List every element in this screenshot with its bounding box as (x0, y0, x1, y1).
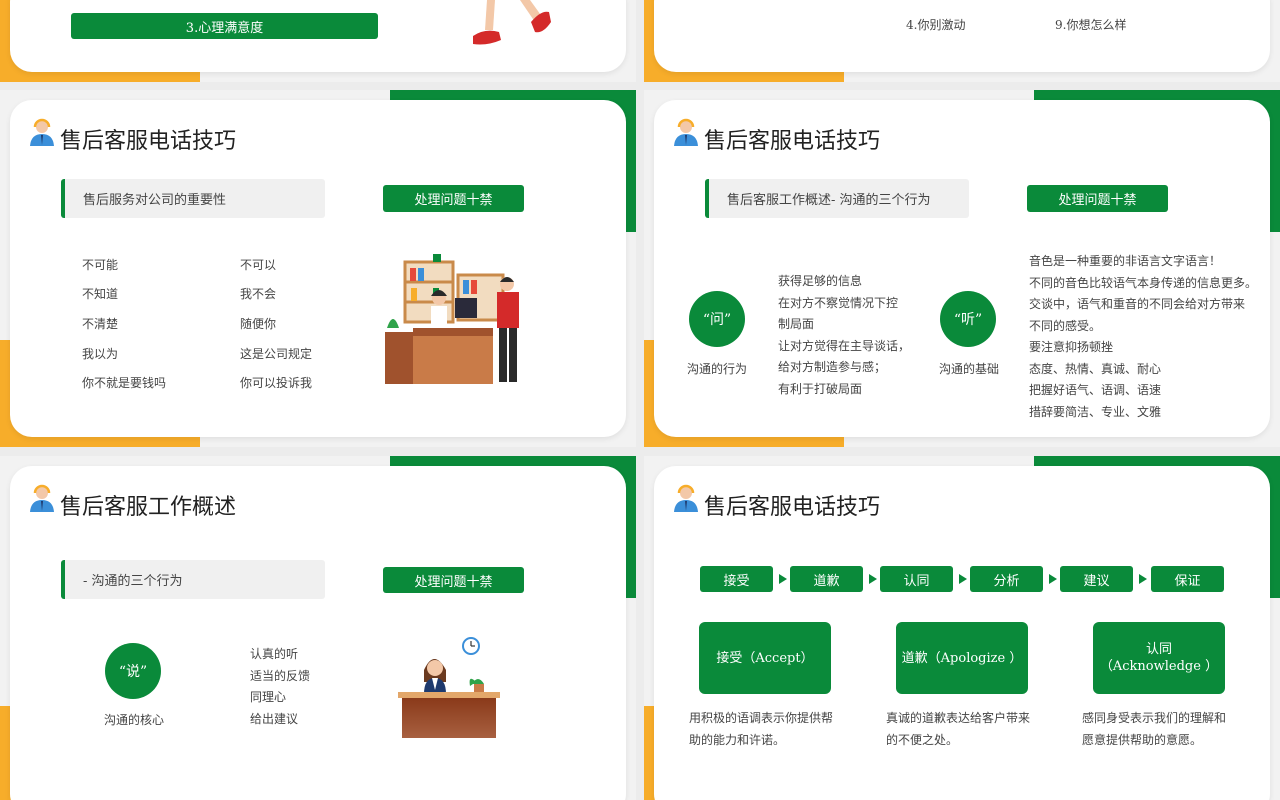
list-item: 你可以投诉我 (240, 376, 313, 390)
arrow-right-icon (959, 574, 967, 584)
text-line: 有利于打破局面 (778, 381, 863, 396)
slide-top-right[interactable]: 4.你别激动 9.你想怎么样 (644, 0, 1280, 82)
ask-caption: 沟通的行为 (687, 362, 748, 376)
text-line: 用积极的语调表示你提供帮 (689, 711, 834, 725)
list-item: 适当的反馈 (250, 668, 311, 683)
step-apologize[interactable]: 道歉 (790, 566, 863, 592)
list-item: 我不会 (240, 287, 277, 301)
listen-caption: 沟通的基础 (939, 362, 1000, 376)
taboo-item-9: 9.你想怎么样 (1055, 18, 1127, 32)
taboo-item-4: 4.你别激动 (906, 18, 966, 32)
list-item: 不可以 (240, 258, 277, 272)
section-header: 售后客服工作概述- 沟通的三个行为 (705, 179, 969, 218)
person-legs-illustration (473, 0, 551, 45)
customer-service-icon (674, 118, 698, 146)
satisfaction-button[interactable]: 3.心理满意度 (71, 13, 378, 39)
list-item: 这是公司规定 (240, 347, 313, 361)
text-line: 给对方制造参与感； (778, 360, 887, 374)
text-line: 感同身受表示我们的理解和 (1082, 711, 1227, 725)
slide-top-left[interactable]: 3.心理满意度 (0, 0, 636, 82)
taboo-button[interactable]: 处理问题十禁 (383, 567, 524, 593)
receptionist-illustration (398, 637, 500, 738)
text-line: 把握好语气、语调、语速 (1029, 383, 1162, 397)
slide-mid-left[interactable]: 售后客服电话技巧 售后服务对公司的重要性 处理问题十禁 不可能 不知道 不清楚 … (0, 90, 636, 447)
speak-circle: “说” (105, 643, 161, 699)
list-item: 不知道 (82, 287, 119, 301)
list-item: 随便你 (240, 317, 277, 331)
step-analyze[interactable]: 分析 (970, 566, 1043, 592)
list-item: 认真的听 (250, 647, 299, 661)
ask-circle: “问” (689, 291, 745, 347)
slide-bot-left[interactable]: 售后客服工作概述 - 沟通的三个行为 处理问题十禁 “说” 沟通的核心 认真的听… (0, 456, 636, 800)
arrow-right-icon (779, 574, 787, 584)
listen-circle: “听” (940, 291, 996, 347)
step-accept[interactable]: 接受 (700, 566, 773, 592)
step-suggest[interactable]: 建议 (1060, 566, 1133, 592)
list-item: 你不就是要钱吗 (82, 376, 167, 390)
text-line: 不同的感受。 (1029, 318, 1102, 333)
arrow-right-icon (1049, 574, 1057, 584)
listen-description: 音色是一种重要的非语言文字语言！ 不同的音色比较语气本身传递的信息更多。 交谈中… (1029, 251, 1257, 423)
text-line: 助的能力和许诺。 (689, 732, 786, 747)
text-line: 获得足够的信息 (778, 274, 863, 288)
acknowledge-description: 感同身受表示我们的理解和 愿意提供帮助的意愿。 (1082, 708, 1226, 751)
apologize-box: 道歉（Apologize ） (896, 622, 1028, 694)
accept-box: 接受（Accept） (699, 622, 831, 694)
list-item: 不可能 (82, 258, 119, 272)
text-line: 措辞要简洁、专业、文雅 (1029, 404, 1162, 419)
apologize-description: 真诚的道歉表达给客户带来 的不便之处。 (886, 708, 1030, 751)
office-illustration (385, 254, 519, 384)
text-line: 在对方不察觉情况下控 (778, 295, 899, 310)
slide-title: 售后客服电话技巧 (60, 129, 237, 154)
step-acknowledge[interactable]: 认同 (880, 566, 953, 592)
text-line: 不同的音色比较语气本身传递的信息更多。 (1029, 275, 1258, 290)
speak-items: 认真的听 适当的反馈 同理心 给出建议 (250, 644, 310, 730)
text-line: 让对方觉得在主导谈话， (778, 338, 911, 353)
text-line: 交谈中，语气和重音的不同会给对方带来 (1029, 297, 1246, 311)
slide-title: 售后客服工作概述 (60, 495, 237, 520)
step-guarantee[interactable]: 保证 (1151, 566, 1224, 592)
text-line: 愿意提供帮助的意愿。 (1082, 732, 1203, 747)
slide-bot-right[interactable]: 售后客服电话技巧 接受 道歉 认同 分析 建议 保证 接受（Accept） 道歉… (644, 456, 1280, 800)
text-line: 态度、热情、真诚、耐心 (1029, 361, 1162, 376)
slide-card (654, 0, 1270, 72)
customer-service-icon (30, 118, 54, 146)
customer-service-icon (30, 484, 54, 512)
ask-description: 获得足够的信息 在对方不察觉情况下控 制局面 让对方觉得在主导谈话， 给对方制造… (778, 271, 910, 400)
slide-title: 售后客服电话技巧 (704, 495, 881, 520)
section-header: 售后服务对公司的重要性 (61, 179, 325, 218)
text-line: 音色是一种重要的非语言文字语言！ (1029, 254, 1222, 268)
speak-caption: 沟通的核心 (104, 713, 165, 727)
list-item: 不清楚 (82, 317, 119, 331)
text-line: 真诚的道歉表达给客户带来 (886, 711, 1031, 725)
slide-title: 售后客服电话技巧 (704, 129, 881, 154)
arrow-right-icon (1139, 574, 1147, 584)
taboo-button[interactable]: 处理问题十禁 (383, 185, 524, 212)
arrow-right-icon (869, 574, 877, 584)
taboo-button[interactable]: 处理问题十禁 (1027, 185, 1168, 212)
text-line: 的不便之处。 (886, 732, 959, 747)
text-line: 要注意抑扬顿挫 (1029, 340, 1114, 354)
list-item: 给出建议 (250, 711, 299, 726)
customer-service-icon (674, 484, 698, 512)
slide-mid-right[interactable]: 售后客服电话技巧 售后客服工作概述- 沟通的三个行为 处理问题十禁 “问” 沟通… (644, 90, 1280, 447)
section-header: - 沟通的三个行为 (61, 560, 325, 599)
text-line: 制局面 (778, 317, 815, 331)
acknowledge-box: 认同 （Acknowledge ） (1093, 622, 1225, 694)
list-item: 我以为 (82, 347, 119, 361)
accept-description: 用积极的语调表示你提供帮 助的能力和许诺。 (689, 708, 833, 751)
list-item: 同理心 (250, 690, 287, 704)
